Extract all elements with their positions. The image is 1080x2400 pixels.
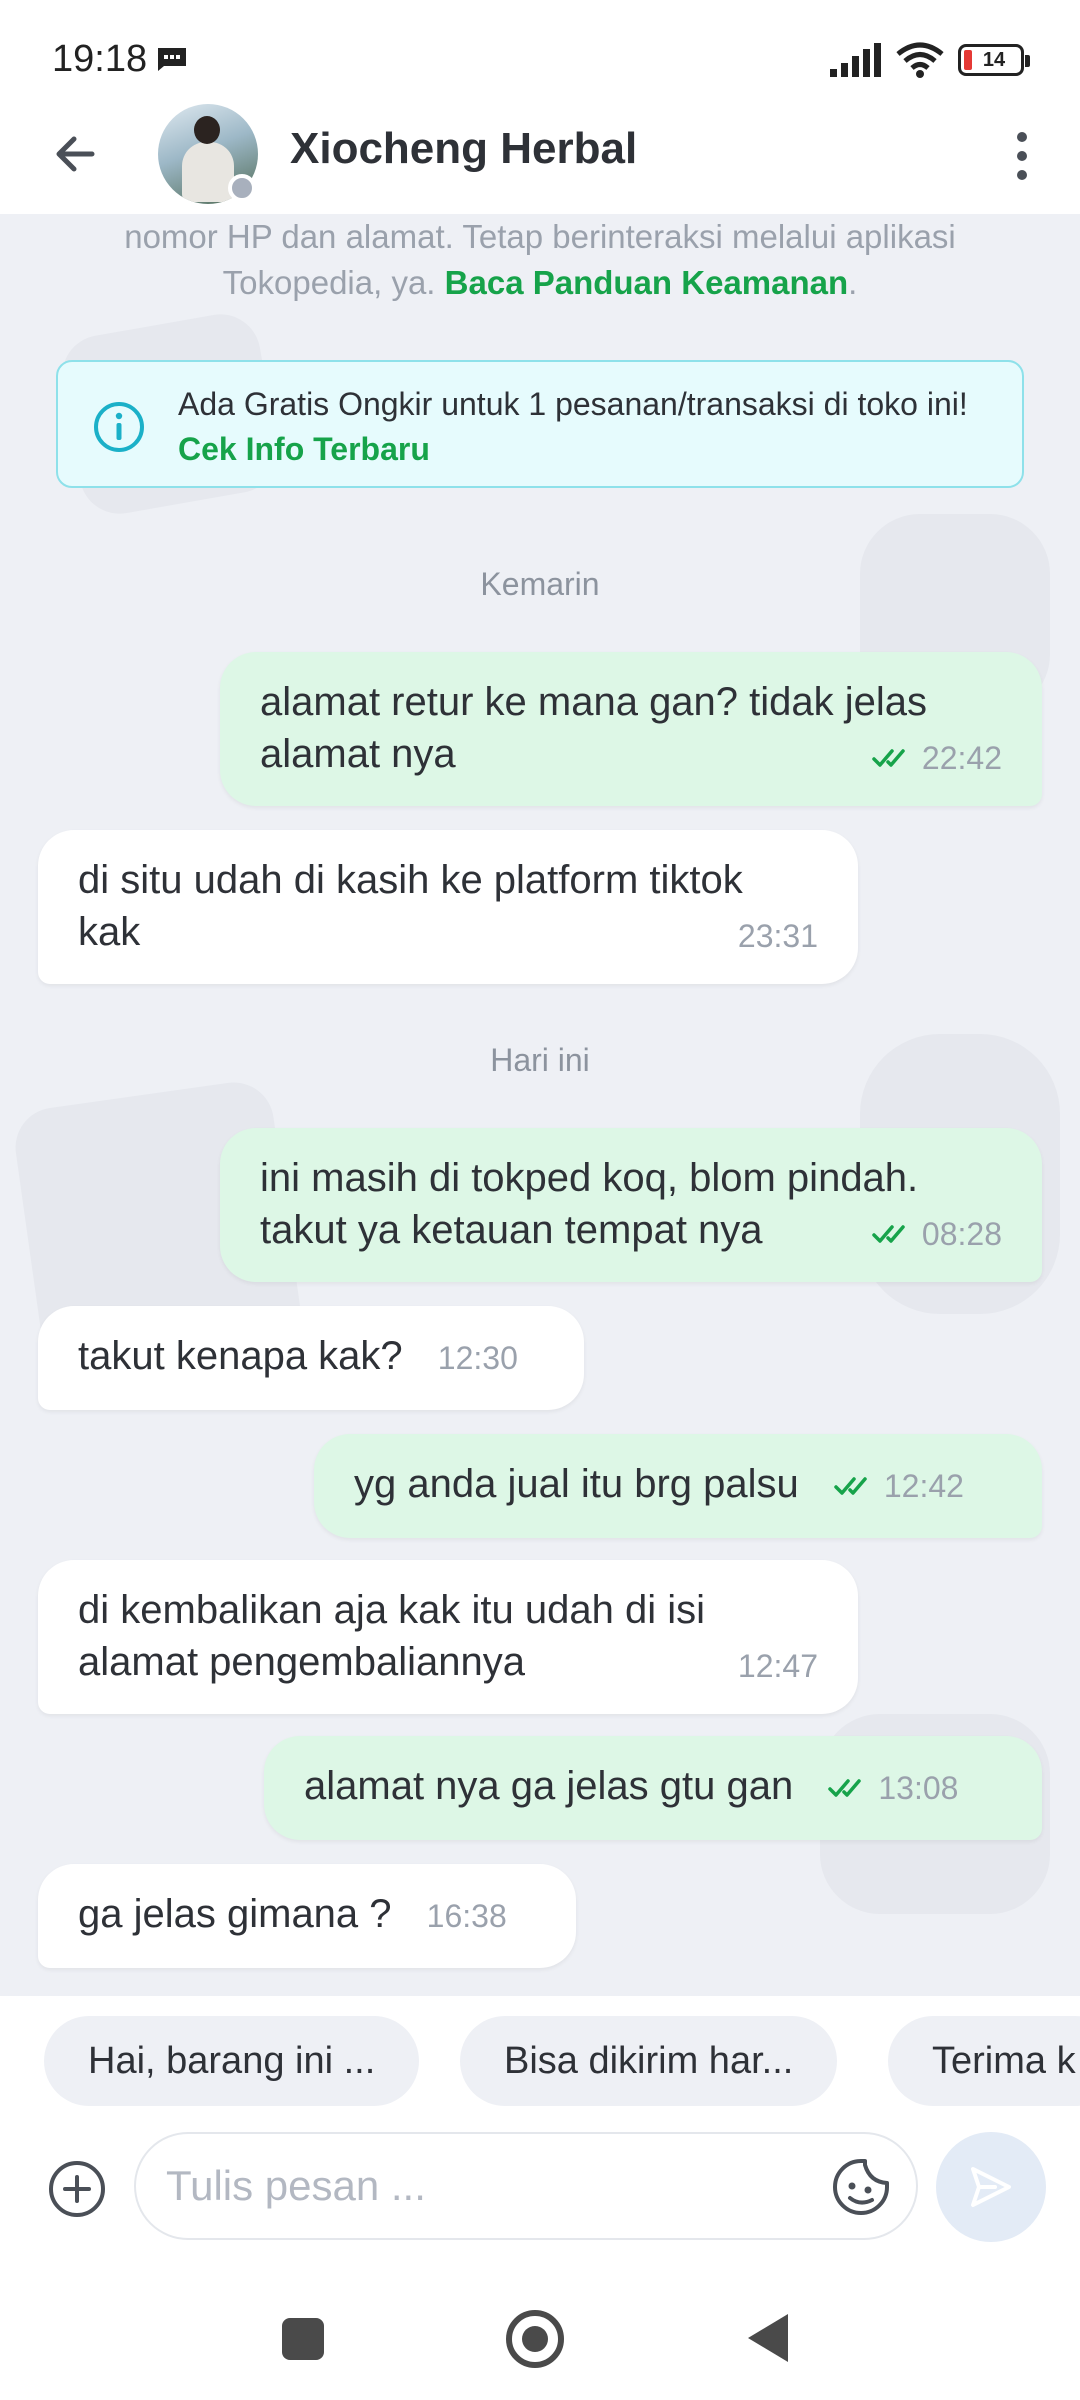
read-check-icon [872, 749, 905, 767]
message-meta: 12:42 [834, 1460, 964, 1512]
message-time: 12:30 [437, 1340, 518, 1376]
message-text: takut kenapa kak? [78, 1334, 403, 1378]
battery-icon: 14 [958, 44, 1030, 76]
message-text: di kembalikan aja kak itu udah di isi [78, 1588, 706, 1632]
system-nav-bar [0, 2242, 1080, 2400]
message-bubble-incoming[interactable]: ga jelas gimana ? 16:38 [38, 1864, 576, 1968]
message-meta: 08:28 [872, 1208, 1002, 1260]
status-icons: 14 [830, 38, 1030, 82]
home-icon[interactable] [506, 2310, 564, 2368]
message-text: ga jelas gimana ? [78, 1892, 392, 1936]
message-meta: 22:42 [872, 732, 1002, 784]
send-icon [971, 2167, 1011, 2207]
message-time: 22:42 [921, 740, 1002, 776]
message-meta: 16:38 [427, 1890, 507, 1942]
message-time: 08:28 [921, 1216, 1002, 1252]
promo-info-link[interactable]: Cek Info Terbaru [178, 431, 430, 467]
message-bubble-outgoing[interactable]: ini masih di tokped koq, blom pindah. ta… [220, 1128, 1042, 1282]
promo-banner[interactable]: Ada Gratis Ongkir untuk 1 pesanan/transa… [56, 360, 1024, 488]
promo-banner-text: Ada Gratis Ongkir untuk 1 pesanan/transa… [178, 382, 998, 472]
safety-notice-text: Tokopedia, ya. [222, 264, 445, 301]
quick-reply-chip[interactable]: Bisa dikirim har... [460, 2016, 838, 2106]
quick-reply-chip[interactable]: Terima k [888, 2016, 1080, 2106]
message-composer [0, 2132, 1080, 2242]
online-status-dot [228, 174, 256, 202]
message-meta: 23:31 [738, 910, 818, 962]
status-bar: 19:18 14 [0, 0, 1080, 110]
battery-level: 14 [982, 48, 1006, 71]
message-time: 12:47 [737, 1648, 818, 1684]
shop-name[interactable]: Xiocheng Herbal [290, 124, 637, 174]
safety-notice-suffix: . [848, 264, 858, 301]
send-button[interactable] [936, 2132, 1046, 2242]
message-bubble-outgoing[interactable]: yg anda jual itu brg palsu 12:42 [314, 1434, 1042, 1538]
message-text: kak [78, 910, 141, 954]
read-check-icon [834, 1477, 867, 1495]
signal-icon [830, 43, 881, 77]
read-check-icon [828, 1779, 862, 1797]
quick-reply-bar[interactable]: Hai, barang ini ... Bisa dikirim har... … [0, 1996, 1080, 2132]
message-meta: 12:30 [438, 1332, 518, 1384]
message-input[interactable] [166, 2156, 726, 2216]
safety-guide-link[interactable]: Baca Panduan Keamanan [445, 264, 848, 301]
message-text: alamat pengembaliannya [78, 1640, 525, 1684]
message-bubble-incoming[interactable]: di kembalikan aja kak itu udah di isi al… [38, 1560, 858, 1714]
chat-header: Xiocheng Herbal [0, 100, 1080, 214]
message-input-wrapper [134, 2132, 918, 2240]
status-time: 19:18 [52, 38, 148, 80]
message-meta: 13:08 [828, 1762, 958, 1814]
date-separator: Kemarin [480, 566, 600, 602]
promo-text: Ada Gratis Ongkir untuk 1 pesanan/transa… [178, 386, 968, 422]
message-time: 13:08 [878, 1770, 959, 1806]
back-arrow-icon[interactable] [48, 126, 104, 182]
message-icon [158, 48, 186, 71]
add-attachment-icon[interactable] [46, 2158, 108, 2220]
quick-reply-chip[interactable]: Hai, barang ini ... [44, 2016, 420, 2106]
message-time: 23:31 [737, 918, 818, 954]
system-back-icon[interactable] [748, 2314, 788, 2362]
message-time: 12:42 [883, 1468, 964, 1504]
safety-notice: nomor HP dan alamat. Tetap berinteraksi … [60, 214, 1020, 306]
message-text: alamat nya ga jelas gtu gan [304, 1764, 794, 1808]
chat-area[interactable]: nomor HP dan alamat. Tetap berinteraksi … [0, 214, 1080, 1996]
more-options-icon[interactable] [1008, 128, 1036, 184]
message-text: yg anda jual itu brg palsu [354, 1462, 799, 1506]
message-text: alamat retur ke mana gan? tidak jelas [260, 680, 928, 724]
safety-notice-text: nomor HP dan alamat. Tetap berinteraksi … [124, 218, 956, 255]
date-separator: Hari ini [490, 1042, 590, 1078]
message-bubble-incoming[interactable]: di situ udah di kasih ke platform tiktok… [38, 830, 858, 984]
read-check-icon [872, 1225, 905, 1243]
wifi-icon [896, 42, 944, 78]
message-time: 16:38 [426, 1898, 507, 1934]
message-text: ini masih di tokped koq, blom pindah. [260, 1156, 919, 1200]
info-icon [94, 402, 144, 452]
message-bubble-outgoing[interactable]: alamat nya ga jelas gtu gan 13:08 [264, 1736, 1042, 1840]
recent-apps-icon[interactable] [282, 2318, 324, 2360]
sticker-icon[interactable] [830, 2156, 892, 2218]
message-text: di situ udah di kasih ke platform tiktok [78, 858, 743, 902]
message-bubble-incoming[interactable]: takut kenapa kak? 12:30 [38, 1306, 584, 1410]
message-meta: 12:47 [738, 1640, 818, 1692]
message-bubble-outgoing[interactable]: alamat retur ke mana gan? tidak jelas al… [220, 652, 1042, 806]
